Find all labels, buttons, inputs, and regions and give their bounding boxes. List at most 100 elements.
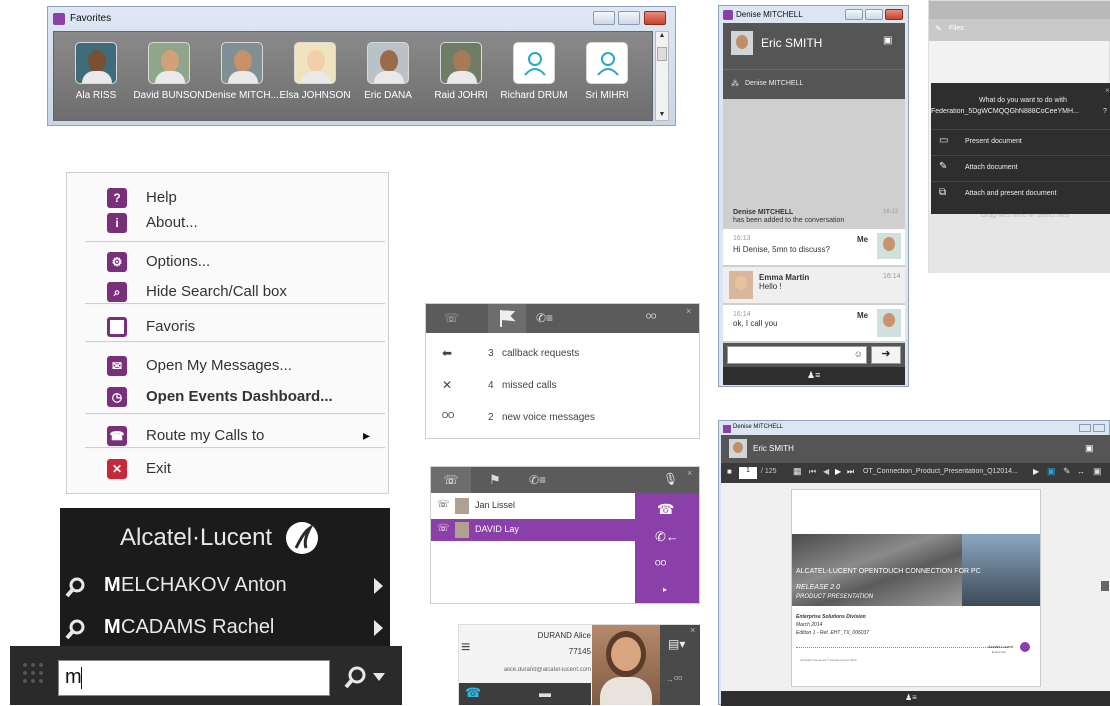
my-avatar [877, 309, 901, 337]
call-icon[interactable]: ☎ [465, 685, 481, 701]
call-log-tab-icon[interactable]: ✆≡ [536, 311, 553, 325]
call-log-tab-icon[interactable]: ✆≡ [529, 473, 546, 487]
event-icon: ✕ [442, 378, 453, 392]
favorite-contact-tile[interactable] [513, 42, 555, 84]
search-result-row[interactable]: M CADAMS Rachel [60, 612, 390, 646]
drop-zone[interactable]: Drag files here or select files [929, 211, 1110, 273]
dialpad-icon[interactable] [20, 660, 46, 686]
calls-tab-icon[interactable]: ☏ [444, 311, 459, 325]
maximize-button[interactable] [865, 9, 883, 20]
search-input[interactable]: m [58, 660, 330, 696]
chat-message: Emma Martin Hello ! 16:14 [723, 267, 905, 303]
menu-item-8[interactable]: ✕ Exit [67, 452, 389, 486]
pres-toolbar: ■ 1 / 125 ▦ ⏮ ◀ ▶ ⏭ OT_Connection_Produc… [721, 463, 1110, 483]
message-text: Hello ! [759, 282, 782, 291]
minimize-button[interactable] [845, 9, 863, 20]
scroll-up-icon[interactable]: ▲ [656, 32, 668, 39]
search-icon[interactable] [342, 664, 370, 692]
calls-tab-icon[interactable]: ☏ [431, 467, 471, 493]
help-icon[interactable]: ? [1103, 108, 1107, 115]
fit-icon[interactable]: ↔ [1077, 467, 1085, 476]
flag-tab-icon[interactable]: ⚑ [489, 472, 501, 488]
send-button[interactable]: ➜ [871, 346, 901, 364]
close-icon[interactable]: × [686, 306, 691, 316]
event-row[interactable]: ⬅ 3 callback requests [426, 340, 699, 368]
chat-window-title: Denise MITCHELL [736, 10, 803, 19]
page-input[interactable]: 1 [739, 467, 757, 479]
desk-phone-icon[interactable]: ▤▾ [668, 637, 685, 651]
close-button[interactable] [644, 11, 666, 25]
menu-item-icon: ⚙ [107, 252, 127, 272]
more-icon[interactable]: ▸ [663, 585, 667, 594]
minimize-button[interactable] [593, 11, 615, 25]
contact-photo [234, 50, 252, 72]
favorite-contact-tile[interactable] [221, 42, 263, 84]
option-present[interactable]: ▭ Present document [931, 129, 1110, 153]
search-result-row[interactable]: M ELCHAKOV Anton [60, 570, 390, 604]
flag-tab-icon[interactable] [488, 304, 526, 333]
chat-icon[interactable]: ▬ [539, 686, 551, 700]
maximize-button[interactable] [1093, 424, 1105, 432]
close-icon[interactable]: × [687, 468, 692, 478]
favorite-contact-tile[interactable] [440, 42, 482, 84]
close-button[interactable] [885, 9, 903, 20]
transfer-icon[interactable]: ✆← [655, 529, 679, 545]
forward-voicemail-icon[interactable]: →ᴼᴼ [666, 675, 682, 684]
result-match: M [104, 616, 121, 638]
chevron-down-icon[interactable] [372, 672, 386, 682]
event-row[interactable]: ᴼᴼ 2 new voice messages [426, 404, 699, 432]
close-icon[interactable]: × [1105, 86, 1110, 95]
chat-options-icon[interactable]: ▣ [883, 35, 892, 46]
files-header-bar: ✎ Files [929, 19, 1110, 41]
favorite-contact-tile[interactable] [294, 42, 336, 84]
maximize-button[interactable] [618, 11, 640, 25]
message-input[interactable]: ☺ [727, 346, 867, 364]
menu-item-4[interactable]: Favoris [67, 310, 389, 344]
pen-icon[interactable]: ✎ [1063, 466, 1071, 477]
favorite-contact-name: Sri MIHRI [585, 90, 629, 101]
emoticon-icon[interactable]: ☺ [854, 349, 863, 359]
menu-item-1[interactable]: i About... [67, 206, 389, 240]
stop-icon[interactable]: ■ [727, 467, 732, 476]
menu-item-6[interactable]: ◷ Open Events Dashboard... [67, 380, 389, 414]
favorite-contact-tile[interactable] [148, 42, 190, 84]
scroll-thumb[interactable] [657, 47, 667, 61]
last-page-icon[interactable]: ⏭ [847, 467, 854, 477]
next-slide-icon[interactable] [1101, 581, 1109, 591]
menu-icon[interactable]: ≡ [461, 639, 470, 657]
file-action-dialog: What do you want to do with Federation_5… [931, 83, 1110, 214]
first-page-icon[interactable]: ⏮ [809, 467, 816, 477]
event-row[interactable]: ✕ 4 missed calls [426, 372, 699, 400]
option-attach[interactable]: ✎ Attach document [931, 155, 1110, 179]
contacts-list-icon[interactable]: ♟≡ [807, 370, 820, 381]
contacts-list-icon[interactable]: ♟≡ [905, 693, 917, 702]
prev-page-icon[interactable]: ◀ [823, 467, 829, 476]
grid-icon[interactable]: ▦ [793, 466, 802, 477]
share-icon[interactable]: ▣ [1085, 443, 1094, 454]
call-row[interactable]: ☏ Jan Lissel [431, 495, 635, 517]
menu-item-2[interactable]: ⚙ Options... [67, 245, 389, 279]
favorite-contact-tile[interactable] [367, 42, 409, 84]
microphone-icon[interactable]: 🎙 [663, 472, 678, 486]
result-name: ELCHAKOV Anton [121, 574, 287, 596]
slide-release: RELEASE 2.0 [796, 584, 840, 591]
next-page-icon[interactable]: ▶ [835, 467, 841, 476]
menu-item-icon [107, 317, 127, 337]
voicemail-icon[interactable]: ᴼᴼ [655, 559, 666, 571]
favorite-contact-tile[interactable] [586, 42, 628, 84]
close-icon[interactable]: × [690, 625, 695, 635]
menu-item-label: Hide Search/Call box [146, 283, 287, 300]
menu-item-5[interactable]: ✉ Open My Messages... [67, 349, 389, 383]
scroll-down-icon[interactable]: ▼ [656, 111, 668, 118]
call-row[interactable]: ☏ DAVID Lay [431, 519, 635, 541]
option-attach-present[interactable]: ⧉ Attach and present document [931, 181, 1110, 205]
favorites-scrollbar[interactable]: ▲ ▼ [655, 31, 669, 121]
voicemail-tab-icon[interactable]: ᴼᴼ [646, 313, 656, 324]
fullscreen-icon[interactable]: ▣ [1093, 466, 1102, 477]
play-icon[interactable]: ▶ [1033, 467, 1039, 476]
minimize-button[interactable] [1079, 424, 1091, 432]
hangup-icon[interactable]: ☎ [657, 501, 674, 518]
favorite-contact-tile[interactable] [75, 42, 117, 84]
paperclip-icon: ✎ [939, 161, 948, 172]
screen-icon[interactable]: ▣ [1047, 466, 1056, 477]
